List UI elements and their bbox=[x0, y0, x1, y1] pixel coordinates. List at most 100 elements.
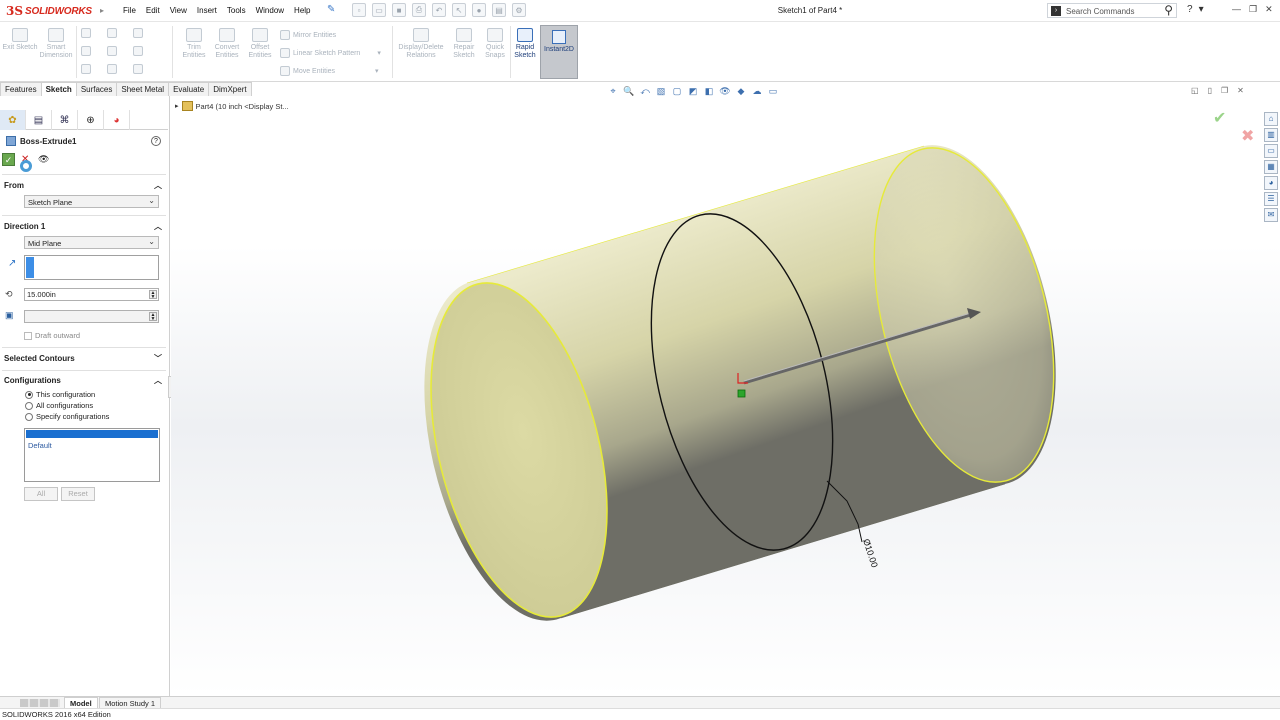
apply-scene-icon[interactable]: ☁ bbox=[751, 86, 763, 98]
edit-appearance-icon[interactable]: ◆ bbox=[735, 86, 747, 98]
direction-of-extrusion-field[interactable] bbox=[24, 255, 159, 280]
tab-evaluate[interactable]: Evaluate bbox=[168, 82, 210, 96]
from-start-condition-select[interactable]: Sketch Plane ⌄ bbox=[24, 195, 159, 208]
rapid-sketch-button[interactable]: Rapid Sketch bbox=[509, 28, 541, 60]
menu-file[interactable]: File bbox=[118, 5, 141, 16]
radio-all-configurations[interactable]: All configurations bbox=[25, 401, 93, 410]
fillet-tool-button[interactable] bbox=[133, 64, 143, 74]
draft-spinner-icon[interactable]: ▲ ▼ bbox=[149, 312, 157, 322]
undo-icon[interactable]: ↶ bbox=[432, 3, 446, 17]
close-icon[interactable]: ✕ bbox=[1265, 4, 1273, 15]
appearances-icon[interactable]: ◕ bbox=[1264, 176, 1278, 190]
tab-dimxpert[interactable]: DimXpert bbox=[208, 82, 252, 96]
zoom-area-icon[interactable]: 🔍 bbox=[623, 86, 635, 98]
display-delete-relations-button[interactable]: Display/Delete Relations bbox=[396, 28, 446, 60]
reset-button[interactable]: Reset bbox=[61, 487, 95, 501]
spline-tool-button[interactable] bbox=[133, 28, 143, 38]
end-condition-select[interactable]: Mid Plane ⌄ bbox=[24, 236, 159, 249]
tab-navigation-arrows[interactable] bbox=[20, 699, 60, 707]
slot-tool-button[interactable] bbox=[81, 64, 91, 74]
detailed-preview-eye-icon[interactable]: 👁 bbox=[38, 154, 49, 165]
property-manager-icon[interactable]: ▤ bbox=[26, 110, 52, 130]
view-orientation-icon[interactable]: ◩ bbox=[687, 86, 699, 98]
viewport-tile-icon[interactable]: ▯ bbox=[1208, 86, 1212, 95]
dimxpert-manager-icon[interactable]: ⊕ bbox=[78, 110, 104, 130]
move-dropdown-icon[interactable]: ▾ bbox=[375, 67, 379, 75]
configuration-manager-icon[interactable]: ⌘ bbox=[52, 110, 78, 130]
repair-sketch-button[interactable]: Repair Sketch bbox=[447, 28, 481, 60]
depth-input[interactable]: 15.000in ▲ ▼ bbox=[24, 288, 159, 301]
line-tool-button[interactable] bbox=[81, 28, 91, 38]
chevron-down-icon[interactable]: ﹀ bbox=[154, 353, 162, 364]
menu-tools[interactable]: Tools bbox=[222, 5, 251, 16]
mirror-entities-button[interactable]: Mirror Entities bbox=[280, 30, 336, 40]
configurations-header[interactable]: Configurations ︿ bbox=[4, 376, 164, 385]
depth-spinner-icon[interactable]: ▲ ▼ bbox=[149, 290, 157, 300]
ok-check-button[interactable]: ✓ bbox=[2, 153, 15, 166]
smart-dimension-button[interactable]: Smart Dimension bbox=[38, 28, 74, 60]
zoom-to-fit-icon[interactable]: ⌖ bbox=[607, 86, 619, 98]
point-tool-button[interactable] bbox=[107, 64, 117, 74]
help-question-icon[interactable]: ? bbox=[151, 136, 161, 146]
menu-help[interactable]: Help bbox=[289, 5, 315, 16]
custom-properties-icon[interactable]: ☰ bbox=[1264, 192, 1278, 206]
select-icon[interactable]: ↖ bbox=[452, 3, 466, 17]
instant2d-button[interactable]: Instant2D bbox=[540, 25, 578, 79]
offset-entities-button[interactable]: Offset Entities bbox=[242, 28, 278, 60]
confirmation-corner-ok-icon[interactable]: ✔ bbox=[1213, 108, 1226, 128]
chevron-up-icon[interactable]: ︿ bbox=[154, 180, 162, 191]
all-button[interactable]: All bbox=[24, 487, 58, 501]
previous-view-icon[interactable]: ⤺ bbox=[639, 86, 651, 98]
radio-specify-configurations[interactable]: Specify configurations bbox=[25, 412, 109, 421]
polygon-tool-button[interactable] bbox=[133, 46, 143, 56]
trim-entities-button[interactable]: Trim Entities bbox=[176, 28, 212, 60]
help-icon[interactable]: ? bbox=[1187, 4, 1193, 15]
graphics-area[interactable]: ▸ Part4 (10 inch <Display St... Ø10.00 ⌖… bbox=[171, 86, 1280, 696]
tab-features[interactable]: Features bbox=[0, 82, 42, 96]
search-input[interactable]: Search Commands bbox=[1066, 7, 1134, 16]
open-document-icon[interactable]: ▭ bbox=[372, 3, 386, 17]
menu-edit[interactable]: Edit bbox=[141, 5, 165, 16]
file-properties-icon[interactable]: ▤ bbox=[492, 3, 506, 17]
convert-entities-button[interactable]: Convert Entities bbox=[209, 28, 245, 60]
move-entities-button[interactable]: Move Entities ▾ bbox=[280, 66, 379, 76]
pin-menu-icon[interactable]: ✎ bbox=[327, 4, 335, 15]
exit-sketch-button[interactable]: Exit Sketch bbox=[2, 28, 38, 52]
menu-view[interactable]: View bbox=[165, 5, 192, 16]
design-library-icon[interactable]: ▥ bbox=[1264, 128, 1278, 142]
help-dropdown-icon[interactable]: ▾ bbox=[1199, 4, 1204, 15]
from-section-header[interactable]: From ︿ bbox=[4, 181, 164, 190]
menu-insert[interactable]: Insert bbox=[192, 5, 222, 16]
configurations-list[interactable]: Default bbox=[24, 428, 160, 482]
cylinder-model[interactable]: Ø10.00 bbox=[171, 96, 1280, 696]
solidworks-resources-icon[interactable]: ⌂ bbox=[1264, 112, 1278, 126]
solidworks-logo[interactable]: 3S SOLIDWORKS bbox=[6, 4, 92, 18]
direction1-section-header[interactable]: Direction 1 ︿ bbox=[4, 222, 164, 231]
hide-show-items-icon[interactable]: 👁 bbox=[719, 86, 731, 98]
print-icon[interactable]: ⎙ bbox=[412, 3, 426, 17]
display-style-icon[interactable]: ◧ bbox=[703, 86, 715, 98]
rectangle-tool-button[interactable] bbox=[81, 46, 91, 56]
chevron-up-icon[interactable]: ︿ bbox=[154, 221, 162, 232]
list-item[interactable]: Default bbox=[28, 441, 52, 450]
forum-icon[interactable]: ✉ bbox=[1264, 208, 1278, 222]
menu-window[interactable]: Window bbox=[251, 5, 289, 16]
tab-sheet-metal[interactable]: Sheet Metal bbox=[116, 82, 170, 96]
search-commands-box[interactable]: › Search Commands ⚲ bbox=[1047, 3, 1177, 18]
selected-contours-header[interactable]: Selected Contours ﹀ bbox=[4, 354, 164, 363]
radio-this-configuration[interactable]: This configuration bbox=[25, 390, 95, 399]
confirmation-corner-cancel-icon[interactable]: ✖ bbox=[1241, 126, 1254, 146]
viewport-restore-icon[interactable]: ❐ bbox=[1221, 86, 1228, 95]
dynamic-annotation-icon[interactable]: ▢ bbox=[671, 86, 683, 98]
file-explorer-icon[interactable]: ▭ bbox=[1264, 144, 1278, 158]
draft-outward-checkbox[interactable]: Draft outward bbox=[24, 331, 80, 340]
viewport-minimize-icon[interactable]: ◱ bbox=[1191, 86, 1199, 95]
view-palette-icon[interactable]: ▦ bbox=[1264, 160, 1278, 174]
linear-pattern-dropdown-icon[interactable]: ▾ bbox=[377, 49, 381, 57]
linear-sketch-pattern-button[interactable]: Linear Sketch Pattern ▾ bbox=[280, 48, 381, 58]
rebuild-icon[interactable]: ● bbox=[472, 3, 486, 17]
draft-angle-input[interactable]: ▲ ▼ bbox=[24, 310, 159, 323]
new-document-icon[interactable]: ▫ bbox=[352, 3, 366, 17]
options-gear-icon[interactable]: ⚙ bbox=[512, 3, 526, 17]
view-settings-icon[interactable]: ▭ bbox=[767, 86, 779, 98]
